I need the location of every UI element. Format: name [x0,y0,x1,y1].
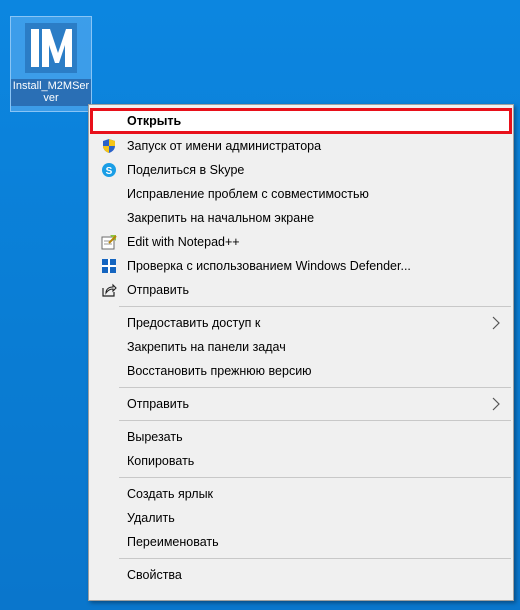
menu-item-open[interactable]: Открыть [90,108,512,134]
menu-separator [119,558,511,559]
menu-item-label: Запуск от имени администратора [127,139,322,153]
menu-separator [119,420,511,421]
menu-item-label: Edit with Notepad++ [127,235,240,249]
menu-item-run-as-admin[interactable]: Запуск от имени администратора [89,134,513,158]
menu-item-edit-notepad-plus-plus[interactable]: Edit with Notepad++ [89,230,513,254]
desktop-icon-install-m2mserver[interactable]: Install_M2MServer [10,16,92,112]
menu-item-pin-to-start[interactable]: Закрепить на начальном экране [89,206,513,230]
menu-item-copy[interactable]: Копировать [89,449,513,473]
menu-item-label: Свойства [127,568,182,582]
menu-item-pin-to-taskbar[interactable]: Закрепить на панели задач [89,335,513,359]
chevron-right-icon [491,316,501,330]
menu-item-restore-previous-versions[interactable]: Восстановить прежнюю версию [89,359,513,383]
menu-item-label: Восстановить прежнюю версию [127,364,312,378]
menu-item-label: Исправление проблем с совместимостью [127,187,369,201]
desktop-icon-label: Install_M2MServer [11,79,91,106]
menu-item-label: Копировать [127,454,195,468]
notepad-plus-plus-icon [101,234,117,250]
menu-item-troubleshoot-compatibility[interactable]: Исправление проблем с совместимостью [89,182,513,206]
menu-item-label: Открыть [127,114,182,128]
menu-item-label: Поделиться в Skype [127,163,245,177]
menu-separator [119,387,511,388]
menu-item-label: Создать ярлык [127,487,214,501]
menu-item-label: Переименовать [127,535,219,549]
share-icon [101,282,117,298]
windows-defender-icon [101,258,117,274]
menu-separator [119,306,511,307]
menu-item-label: Закрепить на начальном экране [127,211,315,225]
svg-text:S: S [106,166,113,177]
menu-item-properties[interactable]: Свойства [89,563,513,587]
menu-item-label: Предоставить доступ к [127,316,261,330]
menu-item-label: Удалить [127,511,175,525]
chevron-right-icon [491,397,501,411]
menu-item-share-skype[interactable]: S Поделиться в Skype [89,158,513,182]
menu-item-cut[interactable]: Вырезать [89,425,513,449]
menu-item-rename[interactable]: Переименовать [89,530,513,554]
skype-icon: S [101,162,117,178]
context-menu: Открыть Запуск от имени администратора S… [88,104,514,601]
menu-item-label: Проверка с использованием Windows Defend… [127,259,411,273]
menu-item-create-shortcut[interactable]: Создать ярлык [89,482,513,506]
menu-separator [119,477,511,478]
menu-item-label: Вырезать [127,430,183,444]
uac-shield-icon [101,138,117,154]
menu-item-label: Отправить [127,283,189,297]
menu-item-send-to[interactable]: Отправить [89,392,513,416]
menu-item-delete[interactable]: Удалить [89,506,513,530]
menu-item-share[interactable]: Отправить [89,278,513,302]
menu-item-windows-defender-scan[interactable]: Проверка с использованием Windows Defend… [89,254,513,278]
menu-item-label: Отправить [127,397,189,411]
m2m-logo-icon [25,23,77,73]
menu-item-give-access-to[interactable]: Предоставить доступ к [89,311,513,335]
menu-item-label: Закрепить на панели задач [127,340,286,354]
